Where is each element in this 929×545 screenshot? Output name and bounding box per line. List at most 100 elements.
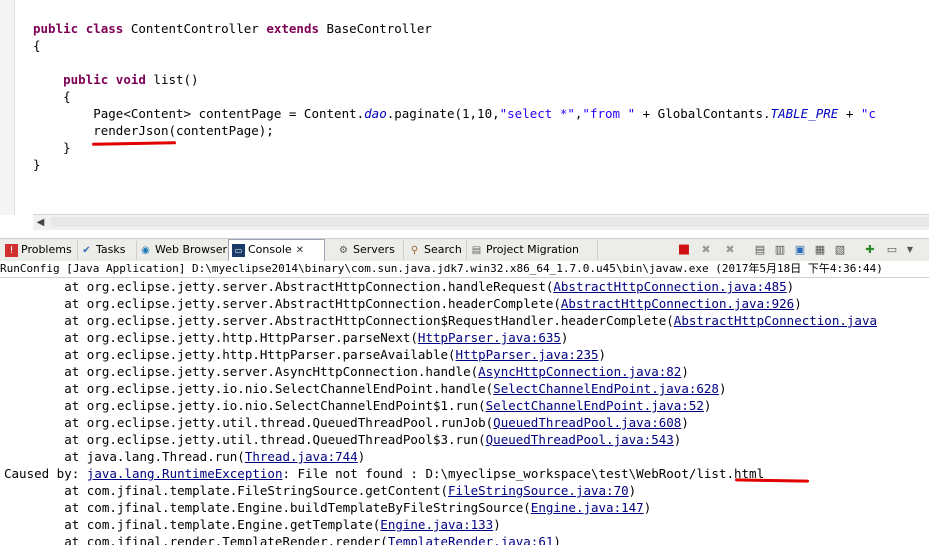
brace: {: [63, 89, 71, 104]
source-link[interactable]: Thread.java:744: [245, 449, 358, 464]
scroll-lock-icon[interactable]: ▥: [772, 242, 788, 258]
migration-icon: ▤: [471, 244, 482, 256]
source-link[interactable]: SelectChannelEndPoint.java:52: [486, 398, 704, 413]
source-link[interactable]: AbstractHttpConnection.java:926: [561, 296, 794, 311]
console-text: at org.eclipse.jetty.util.thread.QueuedT…: [4, 415, 494, 430]
console-line: at org.eclipse.jetty.server.AbstractHttp…: [4, 295, 802, 312]
source-link[interactable]: QueuedThreadPool.java:608: [493, 415, 681, 430]
tab-console[interactable]: ▭ Console ✕: [228, 239, 325, 261]
source-link[interactable]: QueuedThreadPool.java:543: [486, 432, 674, 447]
console-text: at com.jfinal.template.Engine.buildTempl…: [4, 500, 531, 515]
keyword: extends: [266, 21, 320, 36]
remove-all-terminated-icon[interactable]: ✖: [722, 242, 738, 258]
console-line: at org.eclipse.jetty.server.AbstractHttp…: [4, 278, 794, 295]
source-link[interactable]: FileStringSource.java:70: [448, 483, 629, 498]
show-on-stdout-icon[interactable]: ▣: [792, 242, 808, 258]
view-tab-bar: ! Problems ✔ Tasks ◉ Web Browser ▭ Console ✕ …: [0, 238, 929, 262]
console-line: at org.eclipse.jetty.util.thread.QueuedT…: [4, 414, 689, 431]
keyword: public: [63, 72, 109, 87]
remove-launch-icon[interactable]: ✖: [698, 242, 714, 258]
tab-label: Project Migration: [486, 243, 579, 256]
console-text: at org.eclipse.jetty.http.HttpParser.par…: [4, 347, 456, 362]
console-text: at org.eclipse.jetty.server.AbstractHttp…: [4, 313, 674, 328]
tab-servers[interactable]: ⚙ Servers: [334, 240, 404, 260]
keyword: public: [33, 21, 79, 36]
word-wrap-icon[interactable]: ▧: [832, 242, 848, 258]
terminate-icon[interactable]: ■: [676, 242, 692, 258]
editor-gutter: [0, 0, 15, 215]
console-text: ): [794, 296, 802, 311]
string-literal: "from ": [582, 106, 636, 121]
source-link[interactable]: SelectChannelEndPoint.java:628: [493, 381, 719, 396]
source-link[interactable]: Engine.java:147: [531, 500, 644, 515]
tab-label: Search: [424, 243, 462, 256]
console-text: ): [628, 483, 637, 498]
string-literal: "c: [860, 106, 876, 121]
console-text: at org.eclipse.jetty.http.HttpParser.par…: [4, 330, 418, 345]
tab-search[interactable]: ⚲ Search: [405, 240, 467, 260]
class-name: ContentController: [123, 21, 267, 36]
console-text: ): [681, 364, 689, 379]
brace: }: [63, 140, 71, 155]
console-output[interactable]: at org.eclipse.jetty.server.AbstractHttp…: [0, 278, 929, 545]
display-console-icon[interactable]: ▭: [884, 242, 900, 258]
tab-label: Tasks: [96, 243, 126, 256]
scrollbar-thumb[interactable]: [51, 217, 929, 227]
console-text: : File not found : D:\myeclipse_workspac…: [282, 466, 765, 481]
tab-web-browser[interactable]: ◉ Web Browser: [136, 240, 230, 260]
console-text: ): [493, 517, 501, 532]
tab-label: Web Browser: [155, 243, 228, 256]
console-text: ): [718, 381, 727, 396]
source-link[interactable]: Engine.java:133: [380, 517, 493, 532]
console-line: at com.jfinal.render.TemplateRender.rend…: [4, 533, 561, 545]
console-text: ): [560, 330, 569, 345]
console-line: at org.eclipse.jetty.util.thread.QueuedT…: [4, 431, 681, 448]
tab-tasks[interactable]: ✔ Tasks: [77, 240, 137, 260]
source-link[interactable]: AbstractHttpConnection.java:485: [553, 279, 786, 294]
source-link[interactable]: TemplateRender.java:61: [388, 534, 554, 545]
source-link[interactable]: HttpParser.java:635: [418, 330, 561, 345]
console-text: at org.eclipse.jetty.server.AbstractHttp…: [4, 279, 554, 294]
console-text: ): [357, 449, 366, 464]
chevron-down-icon[interactable]: ▼: [902, 242, 918, 258]
pin-console-icon[interactable]: ▦: [812, 242, 828, 258]
source-link[interactable]: java.lang.RuntimeException: [87, 466, 283, 481]
console-text: ): [643, 500, 652, 515]
brace: {: [33, 38, 41, 53]
console-text: Caused by:: [4, 466, 87, 481]
console-text: ): [786, 279, 795, 294]
console-text: at java.lang.Thread.run(: [4, 449, 245, 464]
scroll-left-arrow-icon[interactable]: ◀: [33, 215, 48, 230]
console-text: ): [673, 432, 682, 447]
static-field: TABLE_PRE: [770, 106, 839, 121]
tab-problems[interactable]: ! Problems: [2, 240, 78, 260]
source-link[interactable]: AsyncHttpConnection.java:82: [478, 364, 681, 379]
console-text: at org.eclipse.jetty.server.AsyncHttpCon…: [4, 364, 479, 379]
console-line: at org.eclipse.jetty.http.HttpParser.par…: [4, 346, 606, 363]
render-json-call: renderJson(contentPage);: [93, 123, 274, 138]
open-console-icon[interactable]: ✚: [862, 242, 878, 258]
code-text[interactable]: public class ContentController extends B…: [33, 20, 876, 173]
method-signature: list(): [145, 72, 199, 87]
tab-project-migration[interactable]: ▤ Project Migration: [467, 240, 598, 260]
console-line: at java.lang.Thread.run(Thread.java:744): [4, 448, 365, 465]
console-text: ): [598, 347, 607, 362]
console-text: at com.jfinal.render.TemplateRender.rend…: [4, 534, 388, 545]
code-editor[interactable]: public class ContentController extends B…: [0, 0, 929, 231]
source-link[interactable]: AbstractHttpConnection.java: [674, 313, 877, 328]
tasks-icon: ✔: [82, 244, 91, 256]
clear-console-icon[interactable]: ▤: [752, 242, 768, 258]
code-segment: Page<Content> contentPage = Content.: [93, 106, 365, 121]
console-line: at org.eclipse.jetty.server.AsyncHttpCon…: [4, 363, 689, 380]
console-line: at org.eclipse.jetty.io.nio.SelectChanne…: [4, 397, 711, 414]
tab-label: Console: [248, 243, 292, 256]
tab-label: Problems: [21, 243, 72, 256]
base-class: BaseController: [319, 21, 432, 36]
source-link[interactable]: HttpParser.java:235: [456, 347, 599, 362]
editor-horizontal-scrollbar[interactable]: ◀: [33, 214, 929, 230]
code-segment: .paginate(1,10,: [386, 106, 500, 121]
close-icon[interactable]: ✕: [296, 241, 304, 261]
keyword: class: [85, 21, 124, 36]
console-text: ): [681, 415, 689, 430]
static-field: dao: [364, 106, 387, 121]
